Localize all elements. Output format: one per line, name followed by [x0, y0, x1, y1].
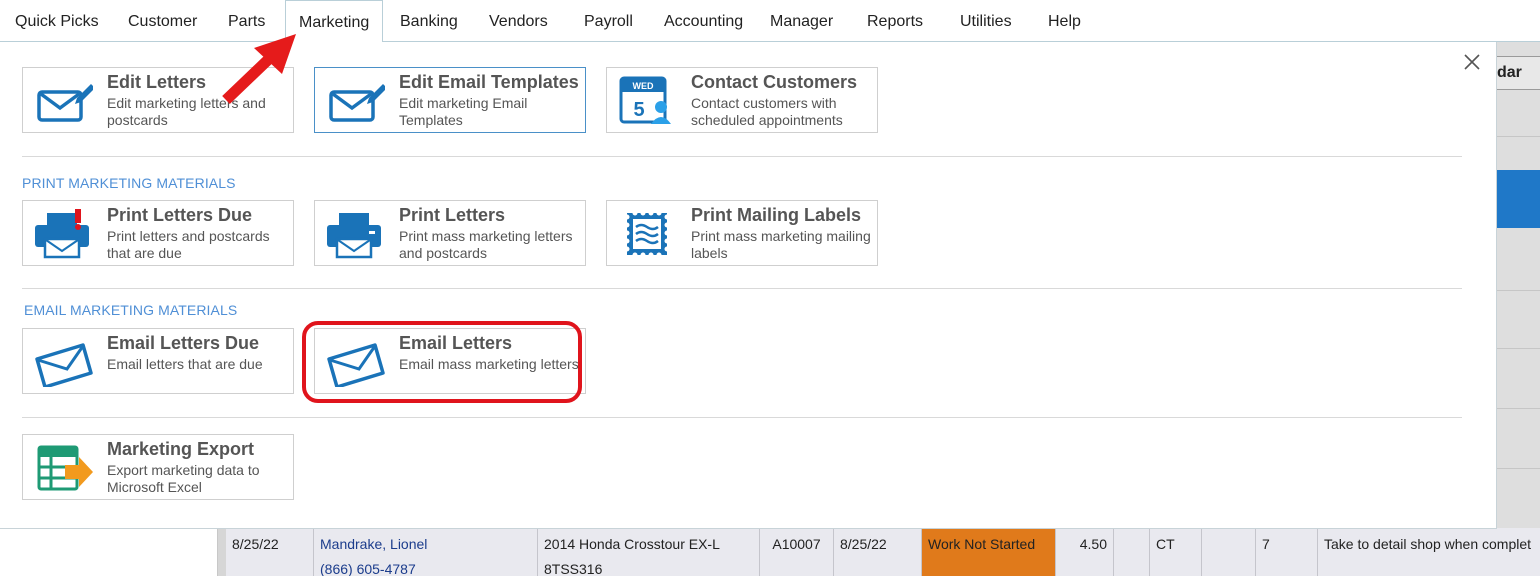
section-divider	[22, 156, 1462, 157]
cell-blank	[1202, 528, 1256, 576]
tile-description: Contact customers with scheduled appoint…	[691, 95, 843, 128]
menu-vendors[interactable]: Vendors	[489, 0, 548, 42]
row-divider	[1497, 136, 1540, 137]
print-section-label: PRINT MARKETING MATERIALS	[22, 175, 236, 191]
svg-text:WED: WED	[633, 81, 654, 91]
menu-payroll[interactable]: Payroll	[584, 0, 633, 42]
cell-date: 8/25/22	[226, 528, 314, 576]
menu-accounting[interactable]: Accounting	[664, 0, 743, 42]
tile-description: Email letters that are due	[107, 356, 263, 372]
menu-help[interactable]: Help	[1048, 0, 1081, 42]
cell-vehicle: 2014 Honda Crosstour EX-L 8TSS316	[538, 528, 760, 576]
tile-title: Print Letters Due	[107, 205, 253, 225]
email-section-label: EMAIL MARKETING MATERIALS	[24, 302, 238, 318]
contact-customers-tile[interactable]: WED 5 Contact Customers Contact customer…	[606, 67, 878, 133]
row-divider	[1497, 348, 1540, 349]
table-stripe	[218, 528, 226, 576]
tile-description: Print mass marketing letters and postcar…	[399, 228, 573, 261]
menu-banking[interactable]: Banking	[400, 0, 458, 42]
svg-text:5: 5	[633, 99, 644, 121]
tile-description: Export marketing data to Microsoft Excel	[107, 462, 260, 495]
print-letters-due-tile[interactable]: Print Letters Due Print letters and post…	[22, 200, 294, 266]
cell-note: Take to detail shop when complet	[1318, 528, 1540, 576]
cell-blank	[1114, 528, 1150, 576]
menu-utilities[interactable]: Utilities	[960, 0, 1012, 42]
row-divider	[1497, 290, 1540, 291]
tile-title: Edit Email Templates	[399, 72, 579, 92]
cell-qty: 7	[1256, 528, 1318, 576]
cell-tech: CT	[1150, 528, 1202, 576]
tile-title: Contact Customers	[691, 72, 858, 92]
tile-title: Email Letters Due	[107, 333, 260, 353]
cell-promised: 8/25/22	[834, 528, 922, 576]
edit-email-templates-tile[interactable]: Edit Email Templates Edit marketing Emai…	[314, 67, 586, 133]
status-badge: Work Not Started	[922, 528, 1056, 576]
highlight-annotation	[302, 321, 582, 403]
marketing-export-tile[interactable]: Marketing Export Export marketing data t…	[22, 434, 294, 500]
section-divider	[22, 288, 1462, 289]
menu-reports[interactable]: Reports	[867, 0, 923, 42]
tile-description: Print letters and postcards that are due	[107, 228, 270, 261]
edit-envelope-icon	[329, 84, 385, 122]
printer-alert-icon	[35, 209, 89, 259]
menu-quick-picks[interactable]: Quick Picks	[15, 0, 99, 42]
background-side-panel	[1497, 42, 1540, 576]
email-letters-due-tile[interactable]: Email Letters Due Email letters that are…	[22, 328, 294, 394]
print-mailing-labels-tile[interactable]: Print Mailing Labels Print mass marketin…	[606, 200, 878, 266]
print-letters-tile[interactable]: Print Letters Print mass marketing lette…	[314, 200, 586, 266]
cell-customer[interactable]: Mandrake, Lionel (866) 605-4787	[314, 528, 538, 576]
tile-title: Marketing Export	[107, 439, 255, 459]
envelope-icon	[35, 343, 93, 387]
edit-envelope-icon	[37, 84, 93, 122]
printer-icon	[327, 213, 381, 259]
selected-row-highlight	[1497, 170, 1540, 228]
tile-title: Print Mailing Labels	[691, 205, 862, 225]
tile-title: Edit Letters	[107, 72, 207, 92]
table-left-column	[0, 528, 218, 576]
menu-manager[interactable]: Manager	[770, 0, 833, 42]
tile-title: Print Letters	[399, 205, 506, 225]
cell-hours: 4.50	[1056, 528, 1114, 576]
tile-description: Print mass marketing mailing labels	[691, 228, 871, 261]
menu-customer[interactable]: Customer	[128, 0, 197, 42]
stamp-icon	[624, 210, 670, 258]
excel-export-icon	[37, 445, 93, 491]
row-divider	[1497, 468, 1540, 469]
section-divider	[22, 417, 1462, 418]
pointer-arrow-icon	[222, 34, 296, 104]
row-divider	[1497, 408, 1540, 409]
cell-ro-number: A10007	[760, 528, 834, 576]
calendar-person-icon: WED 5	[619, 76, 671, 124]
tile-description: Edit marketing Email Templates	[399, 95, 528, 128]
close-icon[interactable]	[1462, 52, 1482, 72]
